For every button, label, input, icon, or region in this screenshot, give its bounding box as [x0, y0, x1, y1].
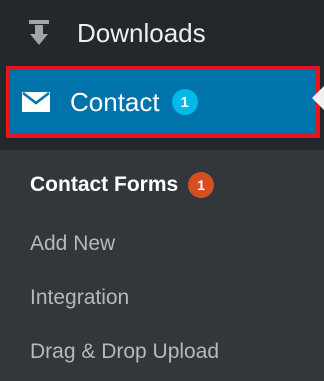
menu-item-downloads-label: Downloads [77, 17, 206, 48]
menu-item-contact-label: Contact [70, 86, 160, 117]
submenu-item-integration[interactable]: Integration [30, 286, 129, 310]
submenu-item-add-new[interactable]: Add New [30, 232, 115, 256]
submenu-item-label: Contact Forms [30, 173, 179, 196]
submenu-item-label: Drag & Drop Upload [30, 340, 220, 363]
current-menu-arrow [312, 86, 324, 110]
contact-forms-count-badge: 1 [188, 172, 215, 198]
contact-count-badge: 1 [171, 89, 198, 115]
submenu-item-contact-forms[interactable]: Contact Forms 1 [30, 172, 215, 198]
contact-submenu: Contact Forms 1 Add New Integration Drag… [0, 150, 324, 381]
admin-sidebar: Downloads Contact 1 Contact Forms 1 Add … [0, 0, 324, 381]
menu-item-downloads[interactable]: Downloads [0, 0, 324, 66]
download-icon [26, 18, 52, 48]
menu-item-contact[interactable]: Contact 1 [6, 66, 320, 138]
submenu-item-label: Add New [30, 232, 116, 255]
submenu-item-drag-drop-upload[interactable]: Drag & Drop Upload [30, 340, 219, 364]
menu-item-contact-wrapper: Contact 1 [0, 66, 324, 146]
envelope-icon [22, 91, 50, 113]
submenu-item-label: Integration [30, 286, 130, 309]
